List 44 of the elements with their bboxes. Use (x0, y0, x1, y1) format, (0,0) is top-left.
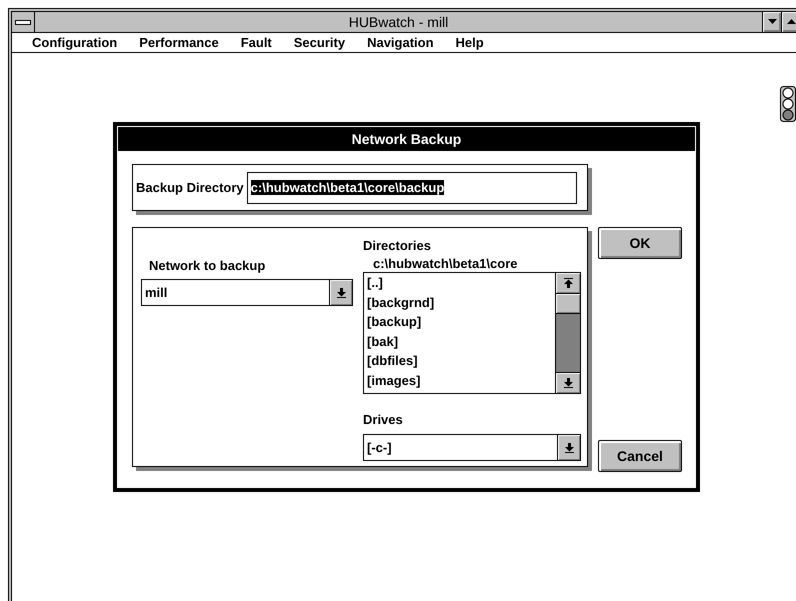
down-arrow-icon (336, 288, 346, 298)
directory-item[interactable]: [images] (367, 370, 552, 391)
dropdown-button[interactable] (329, 280, 352, 305)
field-value: c:\hubwatch\beta1\core\backup (250, 180, 444, 195)
system-menu-button[interactable] (12, 12, 35, 32)
scrollbar[interactable] (555, 273, 580, 393)
directory-item[interactable]: [..] (367, 273, 552, 293)
dropdown-value: [-c-] (366, 439, 393, 457)
window-title: HUBwatch - mill (348, 13, 450, 32)
directory-item[interactable]: [backup] (367, 312, 552, 332)
menu-item[interactable]: Configuration (24, 35, 126, 50)
current-path: c:\hubwatch\beta1\core (373, 256, 518, 272)
input-field[interactable]: c:\hubwatch\beta1\core\backup (246, 172, 577, 204)
dropdown[interactable]: mill (141, 279, 353, 306)
scroll-thumb[interactable] (556, 294, 580, 314)
field-label: Backup Directory (136, 180, 244, 195)
scroll-up-button[interactable] (556, 273, 580, 294)
list-label: Directories (363, 238, 432, 253)
field-label: Network to backup (149, 258, 266, 273)
directory-item[interactable]: [backgrnd] (367, 292, 552, 312)
up-triangle-icon (786, 19, 796, 25)
maximize-button[interactable] (781, 12, 796, 32)
traffic-light-icon[interactable] (780, 86, 796, 122)
dropdown-button[interactable] (557, 435, 580, 460)
down-arrow-icon (564, 378, 572, 388)
dialog-button[interactable]: OK (598, 227, 682, 259)
directory-list[interactable]: [..] [backgrnd] [backup] [bak] [dbfiles] [images] (363, 272, 581, 394)
up-arrow-icon (564, 278, 572, 288)
dialog-title: Network Backup (118, 127, 695, 151)
menu-item[interactable]: Fault (232, 35, 280, 50)
directory-item[interactable]: [dbfiles] (367, 351, 552, 371)
directory-item[interactable]: [bak] (367, 332, 552, 352)
dropdown-value: mill (144, 284, 168, 302)
menu-item[interactable]: Help (448, 35, 492, 50)
menu-item[interactable]: Navigation (359, 35, 442, 50)
scroll-down-button[interactable] (556, 372, 580, 393)
menu-item[interactable]: Performance (131, 35, 227, 50)
dialog-button[interactable]: Cancel (598, 440, 682, 472)
field-label: Drives (363, 412, 404, 427)
down-arrow-icon (564, 442, 574, 452)
down-triangle-icon (768, 19, 776, 25)
dropdown[interactable]: [-c-] (363, 434, 581, 461)
menu-item[interactable]: Security (286, 35, 354, 50)
minimize-button[interactable] (762, 12, 781, 32)
